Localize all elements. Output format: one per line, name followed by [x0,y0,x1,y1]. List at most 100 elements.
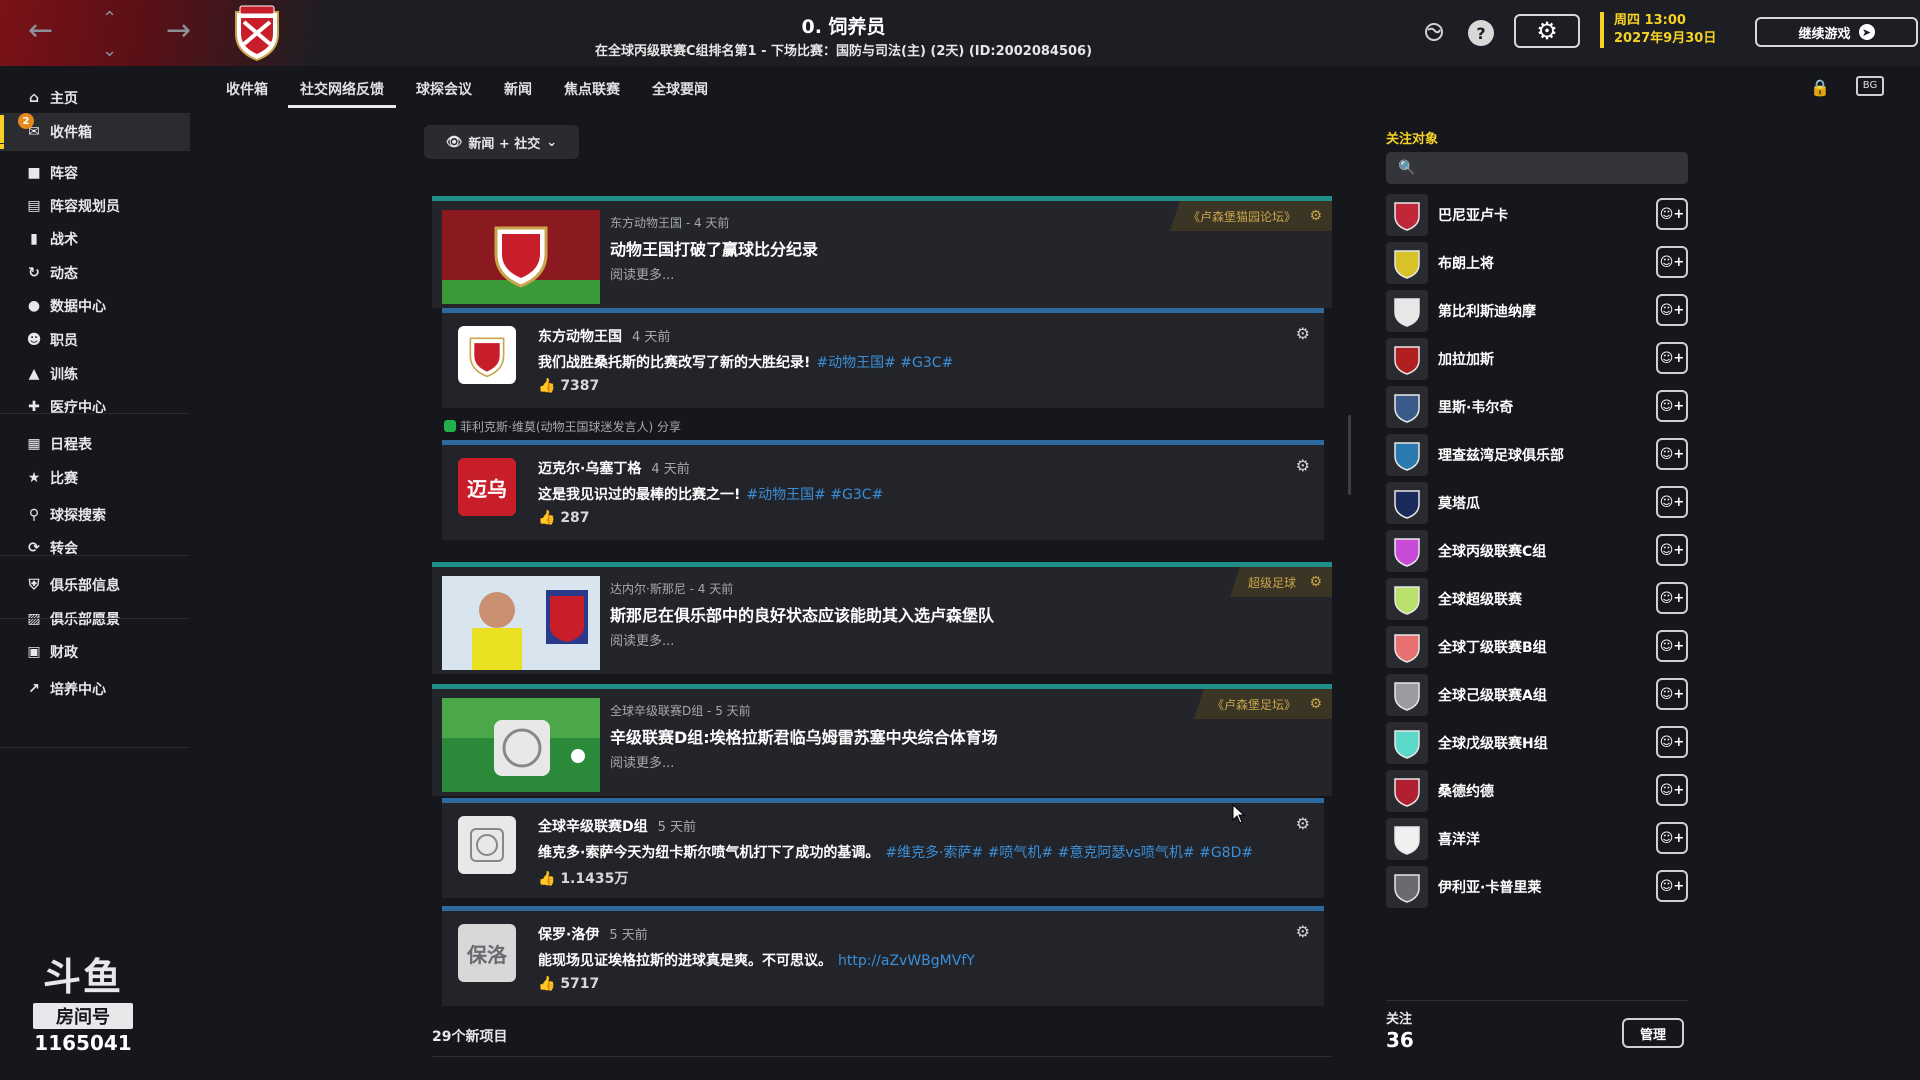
gear-icon[interactable]: ⚙ [1296,922,1310,941]
date-display[interactable]: 周四 13:00 2027年9月30日 [1600,12,1716,48]
add-follow-button[interactable]: ☺+ [1656,438,1688,470]
follow-avatar[interactable] [1386,818,1428,860]
post-author[interactable]: 保罗·洛伊 5 天前 [538,924,648,944]
follow-avatar[interactable] [1386,386,1428,428]
follow-avatar[interactable] [1386,866,1428,908]
follow-avatar[interactable] [1386,338,1428,380]
follow-item[interactable]: 里斯·韦尔奇 ☺+ [1386,384,1688,428]
follow-name[interactable]: 全球丁级联赛B组 [1438,637,1547,657]
follow-item[interactable]: 全球丁级联赛B组 ☺+ [1386,624,1688,668]
follow-avatar[interactable] [1386,674,1428,716]
social-post[interactable]: 全球辛级联赛D组 5 天前 维克多·索萨今天为纽卡斯尔喷气机打下了成功的基调。 #维克… [442,798,1324,898]
follow-item[interactable]: 加拉加斯 ☺+ [1386,336,1688,380]
follow-avatar[interactable] [1386,578,1428,620]
news-card[interactable]: 全球辛级联赛D组 - 5 天前 辛级联赛D组:埃格拉斯君临乌姆雷苏塞中央综合体育场… [432,684,1332,796]
gear-icon[interactable]: ⚙ [1296,456,1310,475]
manage-button[interactable]: 管理 [1622,1018,1684,1048]
news-source-tag[interactable]: 《卢森堡猫园论坛》 ⚙ [1169,201,1332,231]
sidebar-item-6[interactable]: ● 数据中心 [0,287,190,325]
tab-4[interactable]: 焦点联赛 [548,70,636,108]
tab-0[interactable]: 收件箱 [210,70,284,108]
post-author[interactable]: 全球辛级联赛D组 5 天前 [538,816,696,836]
add-follow-button[interactable]: ☺+ [1656,582,1688,614]
sidebar-item-9[interactable]: ✚ 医疗中心 [0,388,190,426]
help-icon[interactable]: ? [1468,20,1494,46]
avatar[interactable] [458,326,516,384]
follow-name[interactable]: 桑德约德 [1438,781,1494,801]
news-card[interactable]: 东方动物王国 - 4 天前 动物王国打破了赢球比分纪录 阅读更多... 《卢森堡猫园论… [432,196,1332,308]
follow-item[interactable]: 第比利斯迪纳摩 ☺+ [1386,288,1688,332]
news-headline[interactable]: 辛级联赛D组:埃格拉斯君临乌姆雷苏塞中央综合体育场 [610,724,998,748]
news-thumbnail[interactable] [442,210,600,304]
follow-avatar[interactable] [1386,290,1428,332]
follow-item[interactable]: 全球丙级联赛C组 ☺+ [1386,528,1688,572]
news-thumbnail[interactable] [442,698,600,792]
layout-toggle-icon[interactable]: BG [1856,76,1884,96]
news-card[interactable]: 达内尔·斯那尼 - 4 天前 斯那尼在俱乐部中的良好状态应该能助其入选卢森堡队 阅读… [432,562,1332,674]
add-follow-button[interactable]: ☺+ [1656,390,1688,422]
add-follow-button[interactable]: ☺+ [1656,342,1688,374]
read-more-link[interactable]: 阅读更多... [610,752,674,771]
follow-search-input[interactable]: 🔍 [1386,152,1688,184]
add-follow-button[interactable]: ☺+ [1656,294,1688,326]
follow-item[interactable]: 巴尼亚卢卡 ☺+ [1386,192,1688,236]
follow-name[interactable]: 全球己级联赛A组 [1438,685,1547,705]
follow-item[interactable]: 全球超级联赛 ☺+ [1386,576,1688,620]
follow-avatar[interactable] [1386,434,1428,476]
sidebar-item-4[interactable]: ▮ 战术 [0,220,190,258]
follow-name[interactable]: 莫塔瓜 [1438,493,1480,513]
gear-icon[interactable]: ⚙ [1296,814,1310,833]
sidebar-item-17[interactable]: ↗ 培养中心 [0,670,190,708]
news-headline[interactable]: 动物王国打破了赢球比分纪录 [610,236,818,260]
post-hashtags[interactable]: #动物王国# #G3C# [816,355,953,371]
post-hashtags[interactable]: http://aZvWBgMVfY [838,953,975,969]
post-author[interactable]: 迈克尔·乌塞丁格 4 天前 [538,458,690,478]
continue-button[interactable]: 继续游戏 ➤ [1755,17,1918,47]
feed-scrollbar[interactable] [1348,415,1351,495]
post-hashtags[interactable]: #维克多·索萨# #喷气机# #意克阿瑟vs喷气机# #G8D# [885,845,1253,861]
follow-item[interactable]: 全球己级联赛A组 ☺+ [1386,672,1688,716]
social-post[interactable]: 东方动物王国 4 天前 我们战胜桑托斯的比赛改写了新的大胜纪录! #动物王国# #G3… [442,308,1324,408]
follow-name[interactable]: 全球超级联赛 [1438,589,1522,609]
follow-item[interactable]: 莫塔瓜 ☺+ [1386,480,1688,524]
follow-name[interactable]: 布朗上将 [1438,253,1494,273]
settings-button[interactable]: ⚙ [1514,14,1580,48]
follow-item[interactable]: 理查兹湾足球俱乐部 ☺+ [1386,432,1688,476]
follow-avatar[interactable] [1386,770,1428,812]
follow-name[interactable]: 第比利斯迪纳摩 [1438,301,1536,321]
follow-item[interactable]: 布朗上将 ☺+ [1386,240,1688,284]
news-source-tag[interactable]: 超级足球 ⚙ [1229,567,1332,597]
social-post[interactable]: 保洛 保罗·洛伊 5 天前 能现场见证埃格拉斯的进球真是爽。不可思议。 http://a… [442,906,1324,1006]
lock-icon[interactable]: 🔒 [1810,78,1830,97]
follow-avatar[interactable] [1386,482,1428,524]
sidebar-item-16[interactable]: ▣ 财政 [0,633,190,671]
follow-item[interactable]: 全球戊级联赛H组 ☺+ [1386,720,1688,764]
tab-5[interactable]: 全球要闻 [636,70,724,108]
add-follow-button[interactable]: ☺+ [1656,726,1688,758]
follow-avatar[interactable] [1386,194,1428,236]
follow-name[interactable]: 伊利亚·卡普里莱 [1438,877,1541,897]
add-follow-button[interactable]: ☺+ [1656,630,1688,662]
news-thumbnail[interactable] [442,576,600,670]
sidebar-item-0[interactable]: ⌂ 主页 [0,79,190,117]
follow-avatar[interactable] [1386,242,1428,284]
follow-name[interactable]: 全球丙级联赛C组 [1438,541,1546,561]
globe-icon[interactable] [1418,16,1450,48]
follow-avatar[interactable] [1386,530,1428,572]
tab-2[interactable]: 球探会议 [400,70,488,108]
news-source-tag[interactable]: 《卢森堡足坛》 ⚙ [1193,689,1332,719]
sidebar-item-10[interactable]: ▦ 日程表 [0,425,190,463]
add-follow-button[interactable]: ☺+ [1656,870,1688,902]
sidebar-item-14[interactable]: ⛨ 俱乐部信息 [0,566,190,604]
follow-name[interactable]: 巴尼亚卢卡 [1438,205,1508,225]
add-follow-button[interactable]: ☺+ [1656,678,1688,710]
news-headline[interactable]: 斯那尼在俱乐部中的良好状态应该能助其入选卢森堡队 [610,602,994,626]
follow-name[interactable]: 里斯·韦尔奇 [1438,397,1513,417]
follow-item[interactable]: 伊利亚·卡普里莱 ☺+ [1386,864,1688,908]
tab-1[interactable]: 社交网络反馈 [284,70,400,108]
social-post[interactable]: 迈乌 迈克尔·乌塞丁格 4 天前 这是我见识过的最棒的比赛之一! #动物王国# #G3C… [442,440,1324,540]
sidebar-item-11[interactable]: ★ 比赛 [0,459,190,497]
sidebar-item-13[interactable]: ⟳ 转会 [0,529,190,567]
follow-item[interactable]: 桑德约德 ☺+ [1386,768,1688,812]
avatar[interactable]: 保洛 [458,924,516,982]
